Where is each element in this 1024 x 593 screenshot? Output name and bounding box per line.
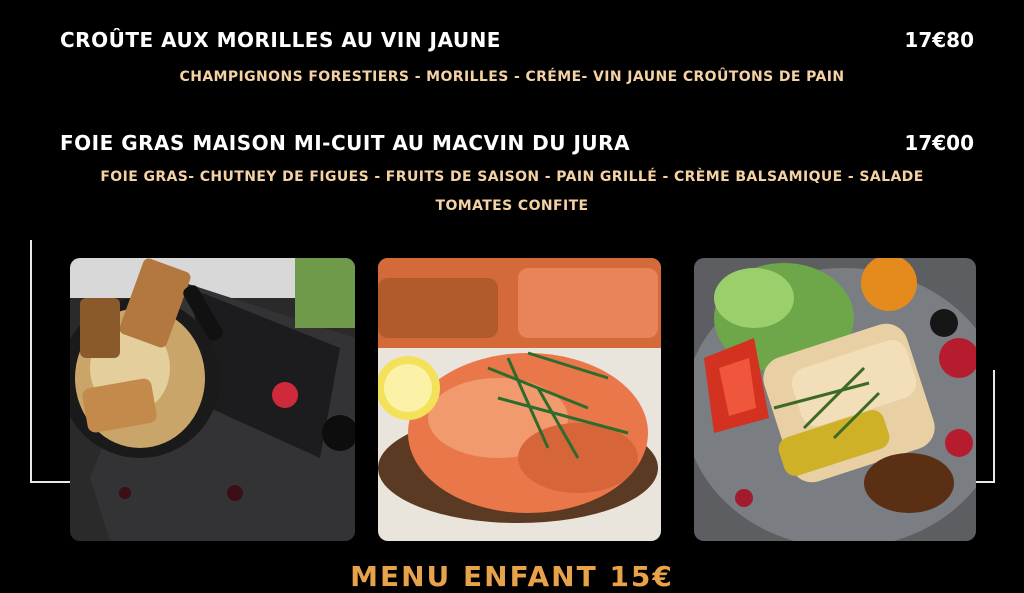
frame-line-left: [30, 240, 32, 483]
frame-line-right: [993, 370, 995, 483]
frame-line-bottom-right: [975, 481, 995, 483]
item-description: CHAMPIGNONS FORESTIERS - MORILLES - CRÉM…: [179, 69, 845, 85]
section-title-menu-enfant: MENU ENFANT 15€: [350, 560, 674, 593]
item-description-line-2: TOMATES CONFITE: [435, 198, 589, 214]
item-description-line-1: FOIE GRAS- CHUTNEY DE FIGUES - FRUITS DE…: [100, 169, 924, 185]
frame-line-bottom-left: [30, 481, 70, 483]
photo-croute-aux-morilles: [70, 258, 355, 541]
item-price: 17€00: [904, 131, 974, 155]
item-name: CROÛTE AUX MORILLES AU VIN JAUNE: [60, 28, 501, 52]
item-price: 17€80: [904, 28, 974, 52]
photo-foie-gras: [694, 258, 976, 541]
item-name: FOIE GRAS MAISON MI-CUIT AU MACVIN DU JU…: [60, 131, 631, 155]
photo-saumon: [378, 258, 661, 541]
